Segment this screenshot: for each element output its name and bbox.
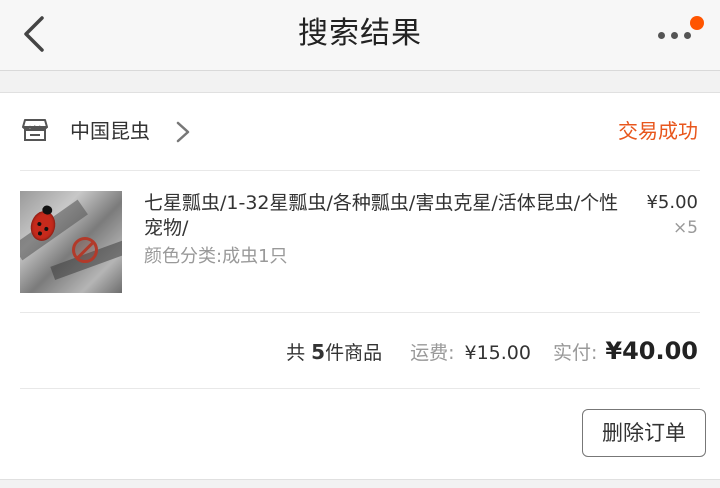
shop-header[interactable]: 中国昆虫 交易成功 bbox=[0, 93, 720, 171]
top-navigation-bar: 搜索结果 bbox=[0, 0, 720, 71]
page-title: 搜索结果 bbox=[298, 16, 422, 51]
delete-order-button[interactable]: 删除订单 bbox=[582, 409, 706, 457]
item-count: 5 bbox=[311, 340, 326, 364]
more-menu-button[interactable] bbox=[654, 14, 706, 54]
product-quantity: ×5 bbox=[672, 218, 698, 238]
shipping-label: 运费: bbox=[410, 342, 455, 364]
total-label: 实付: bbox=[552, 342, 598, 364]
product-price: ¥5.00 bbox=[646, 192, 698, 213]
item-count-suffix: 件商品 bbox=[325, 342, 383, 364]
product-thumbnail bbox=[20, 191, 122, 293]
item-count-prefix: 共 bbox=[286, 342, 312, 364]
order-item[interactable]: 七星瓢虫/1-32星瓢虫/各种瓢虫/害虫克星/活体昆虫/个性宠物/ 颜色分类:成… bbox=[0, 171, 720, 313]
store-icon bbox=[22, 119, 48, 141]
chevron-right-icon bbox=[176, 121, 190, 143]
product-title: 七星瓢虫/1-32星瓢虫/各种瓢虫/害虫克星/活体昆虫/个性宠物/ bbox=[144, 192, 619, 239]
order-actions: 删除订单 bbox=[0, 389, 720, 479]
total-value: ¥40.00 bbox=[605, 337, 698, 365]
shop-name: 中国昆虫 bbox=[70, 119, 150, 143]
order-status: 交易成功 bbox=[618, 119, 698, 143]
shipping-value: ¥15.00 bbox=[464, 342, 531, 364]
order-summary: 共 5 件商品 运费: ¥15.00 实付: ¥40.00 bbox=[0, 313, 720, 389]
product-sku: 颜色分类:成虫1只 bbox=[144, 246, 288, 267]
order-card: 中国昆虫 交易成功 七星瓢虫/1-32星瓢虫/各种瓢虫/害虫克星/活体昆虫/个性… bbox=[0, 92, 720, 480]
more-dots-icon bbox=[658, 32, 691, 39]
notification-badge bbox=[690, 16, 704, 30]
